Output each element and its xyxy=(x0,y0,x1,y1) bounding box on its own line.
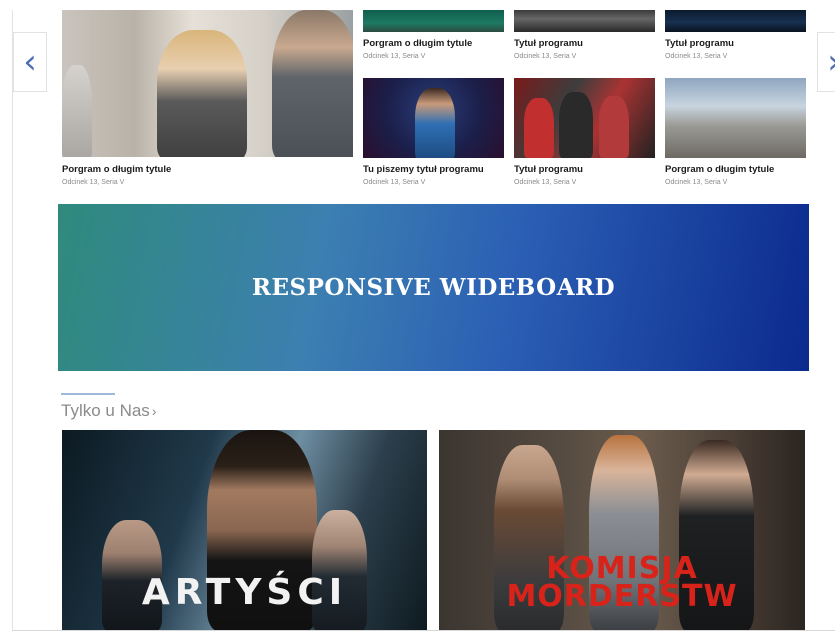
program-subtitle: Odcinek 13, Seria V xyxy=(363,53,426,60)
officer-figure xyxy=(272,10,353,157)
program-tile[interactable]: Tytuł programu Odcinek 13, Seria V xyxy=(514,10,655,70)
feature-tile-komisja-morderstw[interactable]: KOMISJA MORDERSTW xyxy=(439,430,805,630)
program-subtitle: Odcinek 13, Seria V xyxy=(665,179,728,186)
program-subtitle: Odcinek 13, Seria V xyxy=(363,179,426,186)
program-thumbnail xyxy=(514,78,655,158)
program-tile[interactable]: Porgram o długim tytule Odcinek 13, Seri… xyxy=(363,10,504,70)
section-accent-rule xyxy=(61,393,115,395)
guest-figure xyxy=(599,96,629,158)
program-title: Tytuł programu xyxy=(665,38,734,49)
program-subtitle: Odcinek 13, Seria V xyxy=(514,179,577,186)
program-tile[interactable]: Tu piszemy tytuł programu Odcinek 13, Se… xyxy=(363,78,504,192)
featured-subtitle: Odcinek 13, Seria V xyxy=(62,179,125,186)
chevron-right-icon: › xyxy=(827,42,835,82)
program-tile[interactable]: Tytuł programu Odcinek 13, Seria V xyxy=(665,10,806,70)
program-title: Porgram o długim tytule xyxy=(363,38,473,49)
side-figure xyxy=(62,65,92,157)
komisja-logo-line2: MORDERSTW xyxy=(506,579,738,614)
carousel-next-button[interactable]: › xyxy=(817,32,835,92)
presenter-figure xyxy=(157,30,247,157)
program-title: Tu piszemy tytuł programu xyxy=(363,164,484,175)
featured-title: Porgram o długim tytule xyxy=(62,164,172,175)
host-figure xyxy=(415,88,455,158)
chevron-right-icon: › xyxy=(151,403,157,419)
featured-program-tile[interactable]: Porgram o długim tytule Odcinek 13, Seri… xyxy=(62,10,353,192)
program-subtitle: Odcinek 13, Seria V xyxy=(665,53,728,60)
page-frame: ‹ › Porgram o długim tytule Odcinek 13, … xyxy=(12,10,835,631)
program-tile[interactable]: Porgram o długim tytule Odcinek 13, Seri… xyxy=(665,78,806,192)
guest-figure xyxy=(524,98,554,158)
wideboard-label: RESPONSIVE WIDEBOARD xyxy=(251,274,616,301)
carousel-prev-button[interactable]: ‹ xyxy=(13,32,47,92)
program-thumbnail xyxy=(363,78,504,158)
program-thumbnail xyxy=(514,10,655,32)
program-subtitle: Odcinek 13, Seria V xyxy=(514,53,577,60)
guest-figure xyxy=(559,92,593,158)
responsive-wideboard-banner[interactable]: RESPONSIVE WIDEBOARD xyxy=(58,204,809,371)
feature-tile-artysci[interactable]: ARTYŚCI xyxy=(62,430,427,630)
chevron-left-icon: ‹ xyxy=(23,42,37,82)
section-title-link[interactable]: Tylko u Nas › xyxy=(61,401,156,421)
program-tile[interactable]: Tytuł programu Odcinek 13, Seria V xyxy=(514,78,655,192)
artysci-logo: ARTYŚCI xyxy=(141,572,348,613)
program-title: Tytuł programu xyxy=(514,164,583,175)
featured-thumbnail xyxy=(62,10,353,157)
program-thumbnail xyxy=(665,78,806,158)
program-title: Tytuł programu xyxy=(514,38,583,49)
section-title-text: Tylko u Nas xyxy=(61,401,150,420)
program-thumbnail xyxy=(665,10,806,32)
program-title: Porgram o długim tytule xyxy=(665,164,775,175)
program-thumbnail xyxy=(363,10,504,32)
